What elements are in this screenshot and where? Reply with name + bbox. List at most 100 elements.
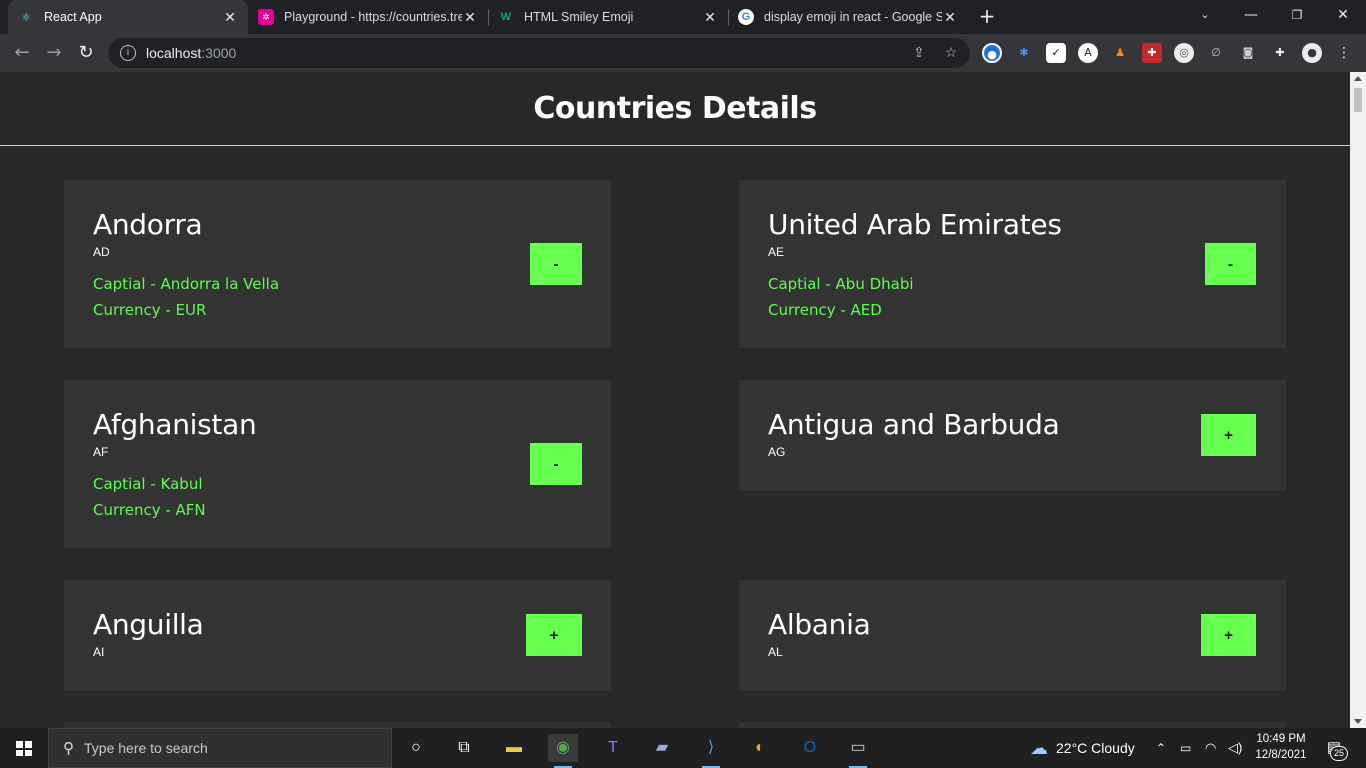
clock-time: 10:49 PM [1256, 733, 1306, 745]
menu-kebab-icon[interactable]: ⋮ [1334, 43, 1354, 63]
reload-icon[interactable]: ↻ [74, 41, 98, 65]
country-code: AG [768, 445, 786, 459]
cortana-icon[interactable]: ○ [401, 734, 431, 762]
outlook-icon[interactable]: O [795, 734, 825, 762]
browser-toolbar: ← → ↻ i localhost:3000 ⇪ ☆ ● ✱ ✓ A ♟ ✚ ◎… [0, 34, 1366, 72]
country-code: AI [93, 645, 105, 659]
checklist-icon[interactable]: ✓ [1046, 43, 1066, 63]
country-name: Albania [768, 608, 871, 641]
tab-title: Playground - https://countries.tre [284, 10, 462, 24]
country-name: Antigua and Barbuda [768, 408, 1060, 441]
system-clock[interactable]: 10:49 PM 12/8/2021 [1250, 731, 1312, 763]
close-window-button[interactable]: ✕ [1320, 0, 1366, 30]
graphql-icon: ✲ [258, 9, 274, 25]
person-extension-icon[interactable]: ♟ [1110, 43, 1130, 63]
google-icon: G [738, 9, 754, 25]
new-tab-button[interactable]: + [976, 6, 998, 28]
taskbar-search[interactable]: ⚲ Type here to search [48, 728, 392, 768]
scroll-thumb[interactable] [1354, 88, 1362, 112]
cloud-icon: ☁ [1030, 737, 1048, 758]
page-viewport: Countries Details Andorra AD Captial - A… [0, 72, 1350, 728]
teams-icon[interactable]: T [598, 734, 628, 762]
country-currency: Currency - AFN [93, 501, 206, 519]
wifi-icon[interactable]: ◠ [1205, 728, 1216, 768]
notification-center-icon[interactable]: ▤25 [1320, 738, 1348, 761]
share-icon[interactable]: ⇪ [910, 44, 928, 62]
scroll-down-icon[interactable] [1354, 719, 1362, 724]
windows-logo-icon [16, 741, 32, 756]
puzzle-icon[interactable]: ✚ [1270, 43, 1290, 63]
tab-title: display emoji in react - Google Se [764, 10, 942, 24]
link-extension-icon[interactable]: ∅ [1206, 43, 1226, 63]
expand-button[interactable]: + [526, 614, 582, 656]
weather-widget[interactable]: ☁ 22°C Cloudy [1030, 728, 1135, 768]
collapse-button[interactable]: - [530, 443, 582, 485]
close-tab-icon[interactable]: ✕ [702, 9, 718, 26]
country-code: AE [768, 245, 785, 259]
page-header: Countries Details [0, 72, 1350, 146]
close-tab-icon[interactable]: ✕ [222, 9, 238, 26]
country-name: Andorra [93, 208, 203, 241]
search-icon: ⚲ [63, 740, 74, 757]
weather-text: 22°C Cloudy [1056, 740, 1135, 756]
eclipse-icon[interactable]: ◐ [745, 734, 775, 762]
address-bar[interactable]: i localhost:3000 ⇪ ☆ [108, 38, 970, 68]
site-info-icon[interactable]: i [120, 45, 136, 61]
scroll-up-icon[interactable] [1354, 76, 1362, 81]
expand-button[interactable]: + [1201, 614, 1256, 656]
start-button[interactable] [0, 728, 48, 768]
tab-google-search[interactable]: G display emoji in react - Google Se ✕ [728, 0, 968, 34]
country-name: United Arab Emirates [768, 208, 1062, 241]
country-card: United Arab Emirates AE Captial - Abu Dh… [739, 180, 1286, 348]
angular-icon[interactable]: A [1078, 43, 1098, 63]
task-view-icon[interactable]: ⧉ [449, 734, 479, 762]
tab-title: HTML Smiley Emoji [524, 10, 634, 24]
tab-playground[interactable]: ✲ Playground - https://countries.tre ✕ [248, 0, 488, 34]
circle-extension-icon[interactable]: ◎ [1174, 43, 1194, 63]
country-code: AD [93, 245, 110, 259]
country-name: Anguilla [93, 608, 204, 641]
browser-chrome: ⚛ React App ✕ ✲ Playground - https://cou… [0, 0, 1366, 72]
notification-count: 25 [1330, 746, 1348, 761]
country-code: AL [768, 645, 783, 659]
forward-icon[interactable]: → [42, 41, 66, 65]
tab-strip: ⚛ React App ✕ ✲ Playground - https://cou… [0, 0, 1366, 34]
restore-button[interactable]: ❐ [1274, 0, 1320, 30]
extension-icon[interactable]: ● [982, 43, 1002, 63]
back-icon[interactable]: ← [10, 41, 34, 65]
page-scrollbar[interactable] [1350, 72, 1366, 728]
tab-html-smiley[interactable]: W HTML Smiley Emoji ✕ [488, 0, 728, 34]
tab-search-icon[interactable]: ⌄ [1182, 0, 1228, 30]
url-port: :3000 [201, 45, 237, 61]
country-capital: Captial - Andorra la Vella [93, 275, 280, 293]
bug-icon[interactable]: ✱ [1014, 43, 1034, 63]
collapse-button[interactable]: - [530, 243, 582, 285]
collapse-button[interactable]: - [1205, 243, 1256, 285]
vscode-icon[interactable]: ⟩ [696, 734, 726, 768]
country-card: Andorra AD Captial - Andorra la Vella Cu… [64, 180, 611, 348]
country-code: AF [93, 445, 109, 459]
country-card: Anguilla AI + [64, 580, 611, 691]
tool-extension-icon[interactable]: ✚ [1142, 43, 1162, 63]
expand-button[interactable]: + [1201, 414, 1256, 456]
minimize-button[interactable]: — [1228, 0, 1274, 30]
chrome-icon[interactable]: ◉ [548, 734, 578, 768]
notepad-icon[interactable]: ▰ [647, 734, 677, 762]
tray-chevron-icon[interactable]: ⌃ [1156, 728, 1166, 768]
profile-icon[interactable]: ● [1302, 43, 1322, 63]
close-tab-icon[interactable]: ✕ [462, 9, 478, 26]
country-name: Afghanistan [93, 408, 257, 441]
tab-react-app[interactable]: ⚛ React App ✕ [8, 0, 248, 34]
bookmark-star-icon[interactable]: ☆ [942, 44, 960, 62]
terminal-icon[interactable]: ▭ [843, 734, 873, 768]
country-currency: Currency - AED [768, 301, 882, 319]
close-tab-icon[interactable]: ✕ [942, 9, 958, 26]
country-card: Albania AL + [739, 580, 1286, 691]
search-placeholder: Type here to search [84, 740, 208, 756]
country-currency: Currency - EUR [93, 301, 207, 319]
volume-icon[interactable]: ◁) [1228, 728, 1242, 768]
battery-icon[interactable]: ▭ [1180, 728, 1191, 768]
file-explorer-icon[interactable]: ▬ [499, 734, 529, 762]
camera-icon[interactable]: ◙ [1238, 43, 1258, 63]
tab-title: React App [44, 10, 102, 24]
